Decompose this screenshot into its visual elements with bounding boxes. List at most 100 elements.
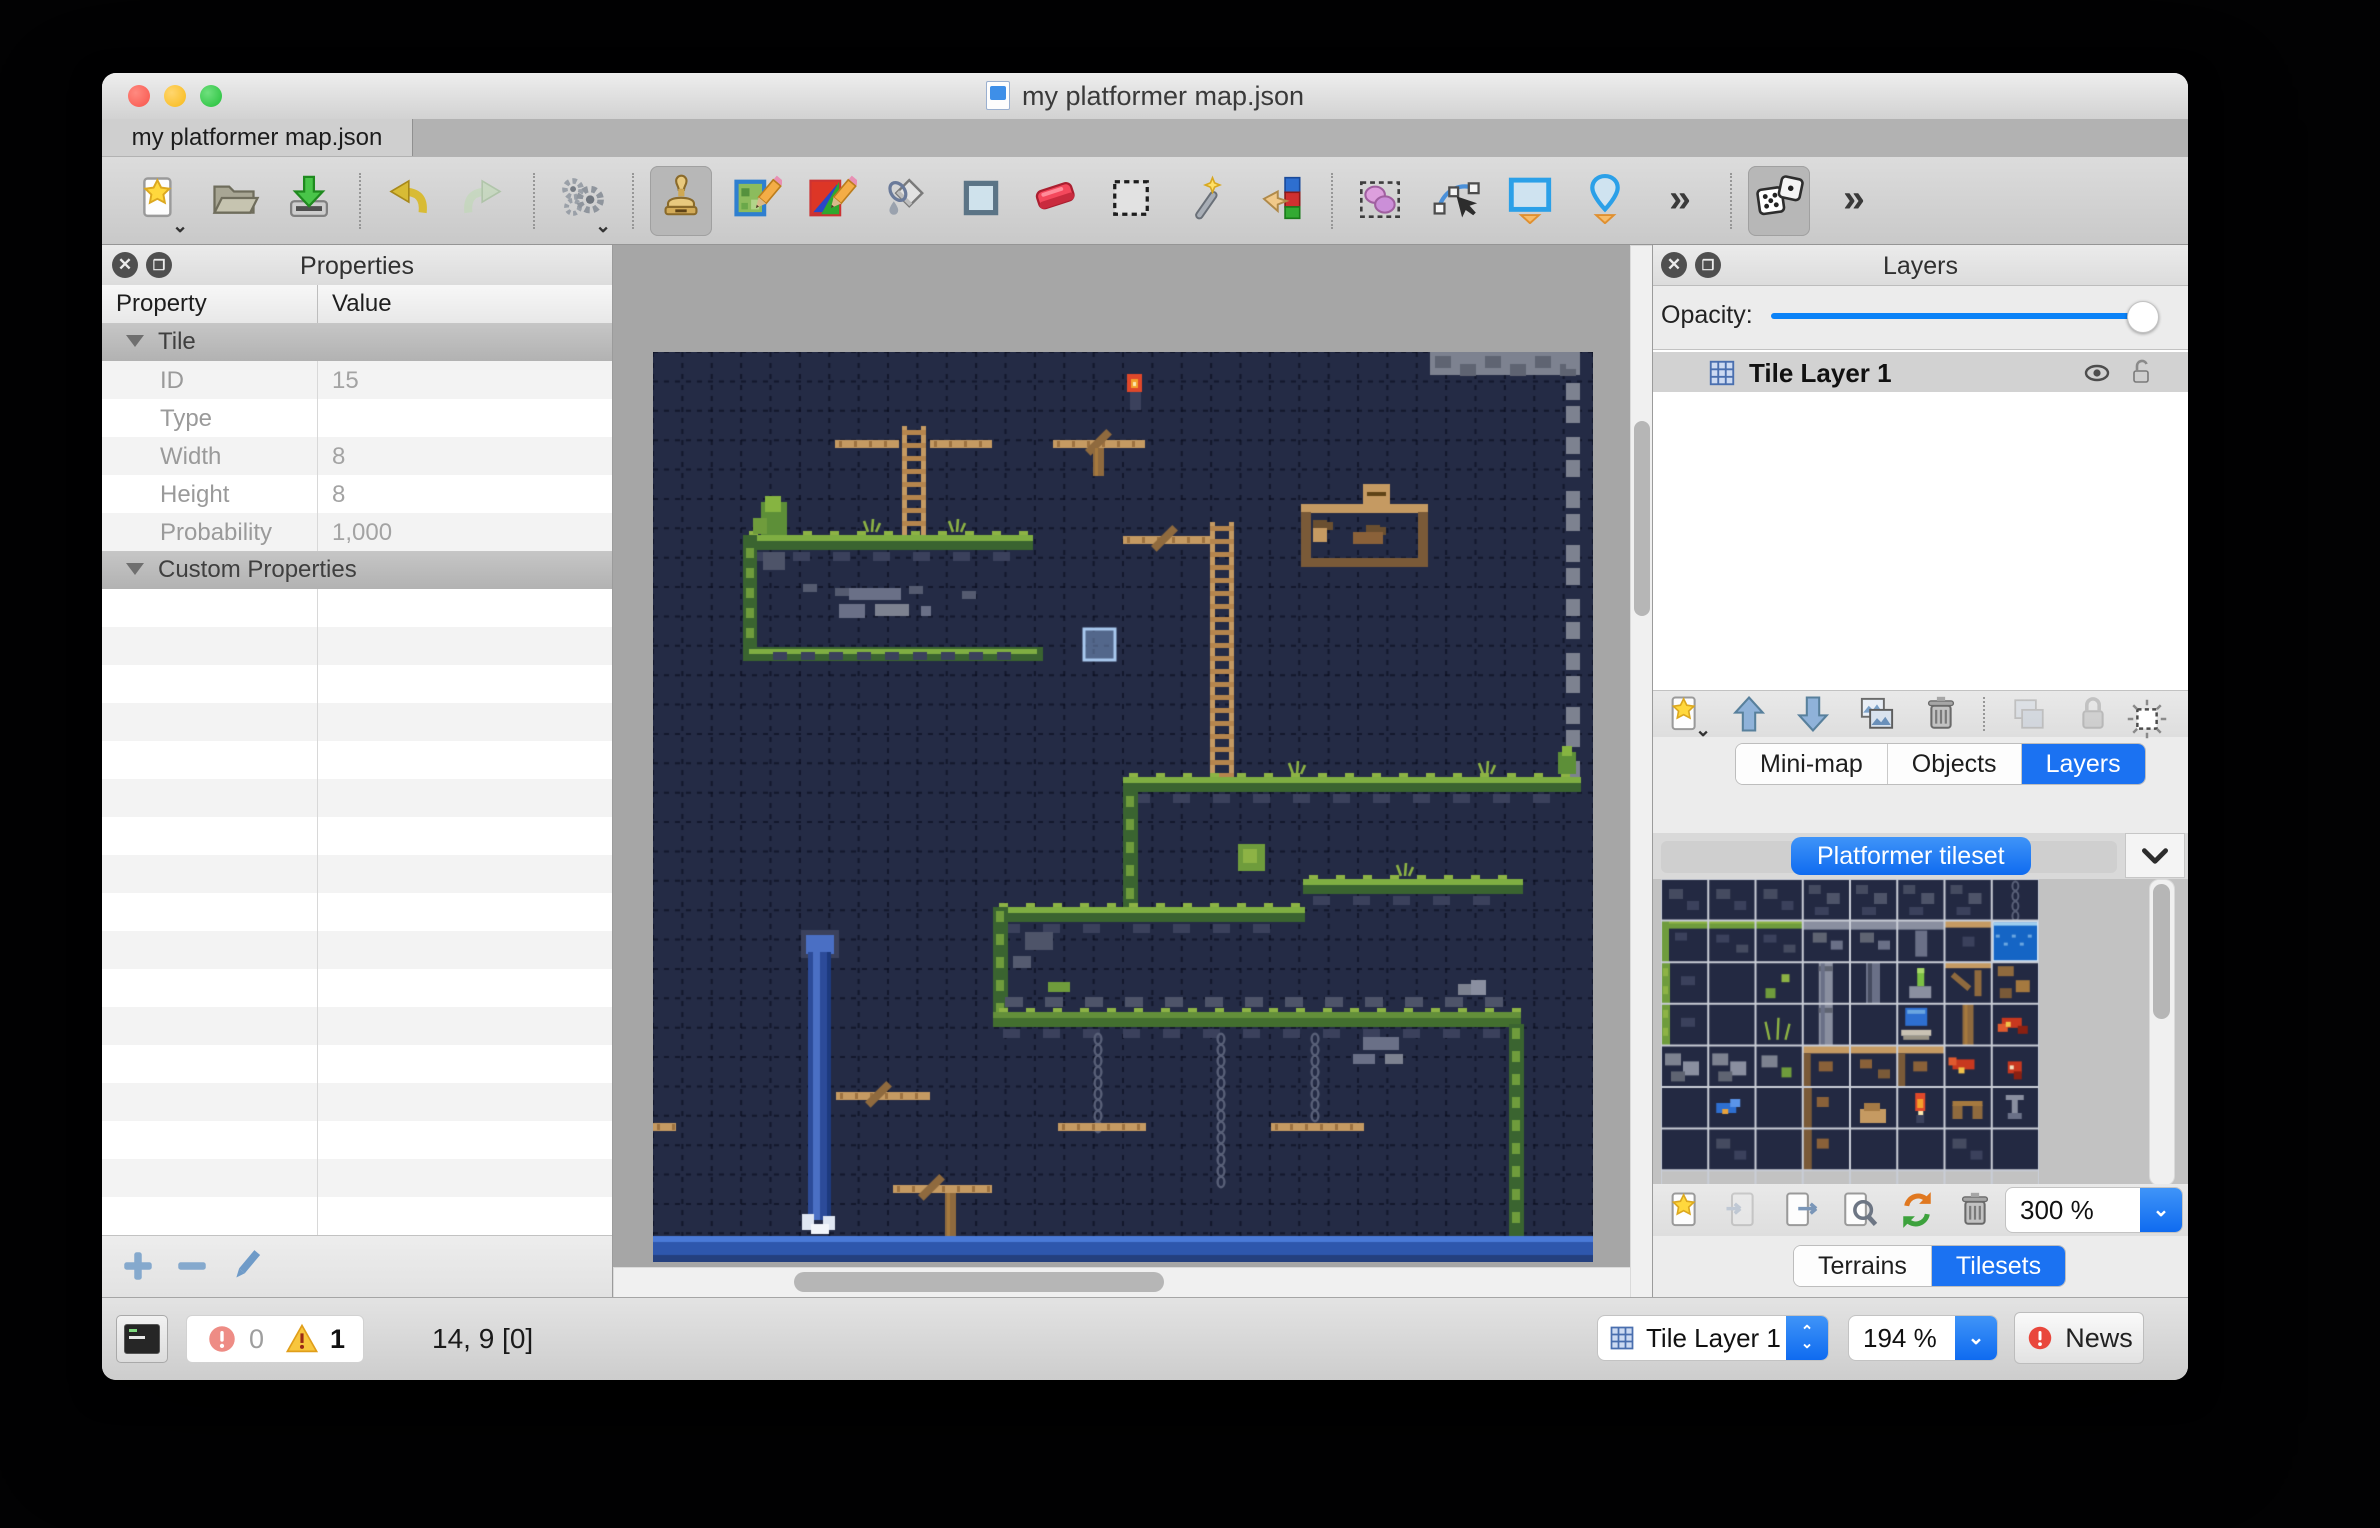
random-mode-button[interactable] <box>1748 166 1810 236</box>
magic-wand-icon <box>1180 172 1232 229</box>
map-canvas[interactable] <box>653 352 1593 1262</box>
rect-select-button[interactable] <box>1100 166 1162 236</box>
opacity-label: Opacity: <box>1661 301 1753 330</box>
property-row-probability[interactable]: Probability1,000 <box>102 513 612 551</box>
status-zoom-select[interactable]: 194 % ⌄ <box>1848 1315 1998 1361</box>
overflow-button[interactable]: » <box>1649 166 1711 236</box>
map-vscrollbar[interactable] <box>1630 245 1652 1297</box>
eraser-button[interactable] <box>1025 166 1087 236</box>
insert-point-icon <box>1579 172 1631 229</box>
insert-rectangle-button[interactable] <box>1499 166 1561 236</box>
tileset-tab-strip: Platformer tileset <box>1653 833 2188 880</box>
collapse-triangle-icon[interactable] <box>126 563 144 575</box>
title-bar[interactable]: my platformer map.json <box>102 73 2188 120</box>
opacity-slider-track[interactable] <box>1771 313 2141 319</box>
shape-fill-button[interactable] <box>950 166 1012 236</box>
rect-select-icon <box>1105 172 1157 229</box>
tileset-tab[interactable]: Platformer tileset <box>1791 837 2031 875</box>
tileset-view[interactable] <box>1653 879 2188 1184</box>
opacity-slider-knob[interactable] <box>2127 301 2159 333</box>
terrain-brush-button[interactable] <box>725 166 787 236</box>
property-value: 8 <box>332 481 345 509</box>
console-button[interactable] <box>116 1315 168 1363</box>
eye-icon[interactable] <box>2081 357 2113 394</box>
raise-layer-icon[interactable] <box>1721 688 1777 740</box>
lock-disabled-icon[interactable] <box>2065 688 2121 740</box>
document-tab-bar: my platformer map.json <box>102 119 2188 158</box>
undo-button[interactable] <box>377 166 439 236</box>
overflow-icon: » <box>1828 172 1880 229</box>
tileset-menu-chevron-icon[interactable] <box>2125 833 2185 878</box>
map-vscrollbar-thumb[interactable] <box>1634 421 1650 616</box>
magic-wand-button[interactable] <box>1175 166 1237 236</box>
add-property-icon[interactable] <box>118 1246 158 1286</box>
new-tileset-icon[interactable] <box>1657 1184 1713 1236</box>
lower-layer-icon[interactable] <box>1785 688 1841 740</box>
main-area: ✕ ❐ Properties Property Value Tile ID15T… <box>102 245 2188 1297</box>
bucket-fill-button[interactable] <box>875 166 937 236</box>
map-view[interactable] <box>613 245 1652 1297</box>
reload-tileset-icon[interactable] <box>1889 1184 1945 1236</box>
edit-property-icon[interactable] <box>226 1246 266 1286</box>
tileset-vscrollbar[interactable] <box>2149 879 2175 1186</box>
new-layer-icon[interactable]: ⌄ <box>1657 688 1713 740</box>
delete-layer-icon[interactable] <box>1913 688 1969 740</box>
terrain-brush-icon <box>730 172 782 229</box>
chevron-down-icon[interactable]: ⌄ <box>172 220 188 234</box>
svg-text:»: » <box>1843 177 1865 220</box>
property-row-height[interactable]: Height 8 <box>102 475 612 513</box>
open-button[interactable] <box>203 166 265 236</box>
property-label: Height <box>160 481 229 509</box>
property-row-width[interactable]: Width8 <box>102 437 612 475</box>
wang-brush-icon <box>805 172 857 229</box>
wang-brush-button[interactable] <box>800 166 862 236</box>
issues-pill[interactable]: 0 1 <box>186 1315 364 1363</box>
insert-point-button[interactable] <box>1574 166 1636 236</box>
dock-tab-objects[interactable]: Objects <box>1888 744 2022 784</box>
duplicate-layer-icon[interactable] <box>1849 688 1905 740</box>
export-tileset-icon[interactable] <box>1773 1184 1829 1236</box>
layer-list[interactable]: Tile Layer 1 <box>1653 349 2188 691</box>
document-tab[interactable]: my platformer map.json <box>102 119 413 156</box>
highlight-layer-icon[interactable] <box>2119 693 2175 745</box>
toolbar-separator <box>533 173 535 229</box>
select-same-tile-button[interactable] <box>1250 166 1312 236</box>
embed-tileset-icon[interactable] <box>1715 1184 1771 1236</box>
tileset-tab-terrains[interactable]: Terrains <box>1794 1246 1932 1286</box>
chevron-down-icon[interactable]: ⌄ <box>1955 1316 1997 1360</box>
custom-properties-header[interactable]: Custom Properties <box>102 551 612 590</box>
tileset-vscrollbar-thumb[interactable] <box>2153 884 2170 1019</box>
tileset-canvas[interactable] <box>1661 879 2039 1184</box>
tileset-tab-tilesets[interactable]: Tilesets <box>1932 1246 2065 1286</box>
unlock-icon[interactable] <box>2125 356 2157 393</box>
overflow-button[interactable]: » <box>1823 166 1885 236</box>
dock-tab-mini-map[interactable]: Mini-map <box>1736 744 1888 784</box>
property-row-type[interactable]: Type <box>102 399 612 437</box>
stamp-brush-button[interactable] <box>650 166 712 236</box>
map-hscrollbar-thumb[interactable] <box>794 1272 1164 1292</box>
redo-button[interactable] <box>452 166 514 236</box>
tile-section-header[interactable]: Tile <box>102 323 612 362</box>
updown-chevrons-icon[interactable]: ⌃⌄ <box>1786 1316 1828 1360</box>
map-hscrollbar[interactable] <box>613 1267 1632 1297</box>
collapse-triangle-icon[interactable] <box>126 335 144 347</box>
save-button[interactable] <box>278 166 340 236</box>
remove-property-icon[interactable] <box>172 1246 212 1286</box>
chevron-down-icon[interactable]: ⌄ <box>595 220 611 234</box>
select-objects-button[interactable] <box>1349 166 1411 236</box>
edit-tileset-icon[interactable] <box>1831 1184 1887 1236</box>
run-commands-button[interactable]: ⌄ <box>551 166 613 236</box>
status-layer-select[interactable]: Tile Layer 1 ⌃⌄ <box>1597 1315 1829 1361</box>
property-row-id[interactable]: ID15 <box>102 361 612 399</box>
layer-row[interactable]: Tile Layer 1 <box>1653 352 2188 392</box>
tileset-zoom-select[interactable]: 300 % ⌄ <box>2005 1187 2183 1233</box>
new-map-button[interactable]: ⌄ <box>128 166 190 236</box>
duplicate-disabled-icon[interactable] <box>2001 688 2057 740</box>
chevron-down-icon[interactable]: ⌄ <box>2140 1188 2182 1232</box>
delete-tileset-icon[interactable] <box>1947 1184 2003 1236</box>
properties-header-row[interactable]: Property Value <box>102 285 612 324</box>
open-icon <box>208 172 260 229</box>
news-button[interactable]: News <box>2014 1312 2144 1364</box>
edit-polygons-button[interactable] <box>1424 166 1486 236</box>
dock-tab-layers[interactable]: Layers <box>2022 744 2145 784</box>
